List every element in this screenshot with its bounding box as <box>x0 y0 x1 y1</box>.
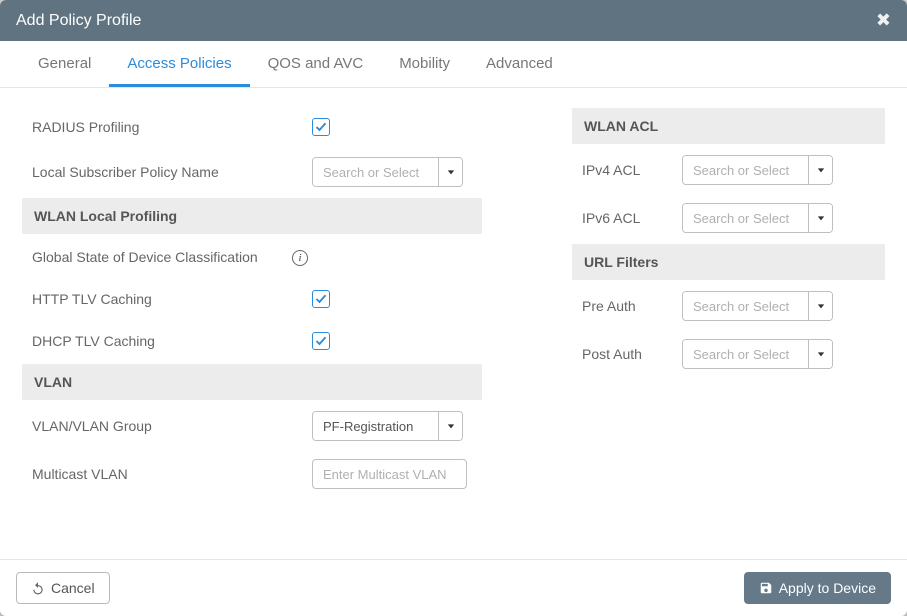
section-wlan-acl: WLAN ACL <box>572 108 885 144</box>
left-column: RADIUS Profiling Local Subscriber Policy… <box>22 106 482 549</box>
section-url-filters: URL Filters <box>572 244 885 280</box>
select-post-auth[interactable] <box>682 339 833 369</box>
chevron-down-icon[interactable] <box>808 156 832 184</box>
tab-qos-avc[interactable]: QOS and AVC <box>250 41 382 87</box>
tab-access-policies[interactable]: Access Policies <box>109 41 249 87</box>
section-vlan: VLAN <box>22 364 482 400</box>
row-radius-profiling: RADIUS Profiling <box>22 106 482 148</box>
input-vlan-group[interactable] <box>313 412 438 440</box>
input-pre-auth[interactable] <box>683 292 808 320</box>
section-wlan-local-profiling: WLAN Local Profiling <box>22 198 482 234</box>
row-global-state: Global State of Device Classification i <box>22 236 482 278</box>
row-ipv6-acl: IPv6 ACL <box>572 194 885 242</box>
chevron-down-icon[interactable] <box>808 204 832 232</box>
chevron-down-icon[interactable] <box>438 412 462 440</box>
modal-footer: Cancel Apply to Device <box>0 559 907 616</box>
apply-label: Apply to Device <box>779 580 876 596</box>
chevron-down-icon[interactable] <box>808 292 832 320</box>
checkbox-dhcp-tlv[interactable] <box>312 332 330 350</box>
row-pre-auth: Pre Auth <box>572 282 885 330</box>
checkbox-radius-profiling[interactable] <box>312 118 330 136</box>
input-post-auth[interactable] <box>683 340 808 368</box>
select-vlan-group[interactable] <box>312 411 463 441</box>
modal-body: RADIUS Profiling Local Subscriber Policy… <box>0 88 907 559</box>
info-icon[interactable]: i <box>292 250 308 266</box>
modal-header: Add Policy Profile ✖ <box>0 0 907 41</box>
row-dhcp-tlv: DHCP TLV Caching <box>22 320 482 362</box>
label-multicast-vlan: Multicast VLAN <box>32 466 312 482</box>
check-icon <box>315 121 327 133</box>
select-local-subscriber-policy[interactable] <box>312 157 463 187</box>
select-pre-auth[interactable] <box>682 291 833 321</box>
row-multicast-vlan: Multicast VLAN <box>22 450 482 498</box>
apply-button[interactable]: Apply to Device <box>744 572 891 604</box>
select-ipv6-acl[interactable] <box>682 203 833 233</box>
check-icon <box>315 293 327 305</box>
row-vlan-group: VLAN/VLAN Group <box>22 402 482 450</box>
select-ipv4-acl[interactable] <box>682 155 833 185</box>
tab-advanced[interactable]: Advanced <box>468 41 571 87</box>
label-global-state: Global State of Device Classification <box>32 249 292 265</box>
label-post-auth: Post Auth <box>582 346 682 362</box>
tab-mobility[interactable]: Mobility <box>381 41 468 87</box>
right-column: WLAN ACL IPv4 ACL IPv6 ACL <box>572 106 885 549</box>
row-local-subscriber-policy: Local Subscriber Policy Name <box>22 148 482 196</box>
chevron-down-icon[interactable] <box>438 158 462 186</box>
label-ipv4-acl: IPv4 ACL <box>582 162 682 178</box>
input-ipv4-acl[interactable] <box>683 156 808 184</box>
input-multicast-vlan[interactable] <box>312 459 467 489</box>
chevron-down-icon[interactable] <box>808 340 832 368</box>
label-dhcp-tlv: DHCP TLV Caching <box>32 333 312 349</box>
close-icon[interactable]: ✖ <box>876 10 891 31</box>
check-icon <box>315 335 327 347</box>
label-radius-profiling: RADIUS Profiling <box>32 119 312 135</box>
row-http-tlv: HTTP TLV Caching <box>22 278 482 320</box>
label-pre-auth: Pre Auth <box>582 298 682 314</box>
cancel-label: Cancel <box>51 580 95 596</box>
tab-general[interactable]: General <box>20 41 109 87</box>
label-local-subscriber-policy: Local Subscriber Policy Name <box>32 164 312 180</box>
input-ipv6-acl[interactable] <box>683 204 808 232</box>
save-icon <box>759 581 773 595</box>
modal-title: Add Policy Profile <box>16 12 141 30</box>
row-ipv4-acl: IPv4 ACL <box>572 146 885 194</box>
undo-icon <box>31 581 45 595</box>
checkbox-http-tlv[interactable] <box>312 290 330 308</box>
label-vlan-group: VLAN/VLAN Group <box>32 418 312 434</box>
label-ipv6-acl: IPv6 ACL <box>582 210 682 226</box>
modal: Add Policy Profile ✖ General Access Poli… <box>0 0 907 616</box>
cancel-button[interactable]: Cancel <box>16 572 110 604</box>
row-post-auth: Post Auth <box>572 330 885 378</box>
label-http-tlv: HTTP TLV Caching <box>32 291 312 307</box>
tab-bar: General Access Policies QOS and AVC Mobi… <box>0 41 907 88</box>
input-local-subscriber-policy[interactable] <box>313 158 438 186</box>
